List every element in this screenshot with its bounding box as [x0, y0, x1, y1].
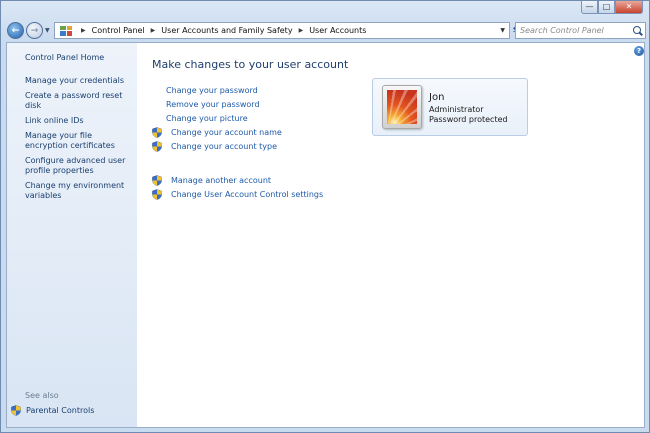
parental-controls-link[interactable]: Parental Controls — [11, 405, 94, 416]
task-label: Change your password — [166, 85, 258, 95]
task-remove-password[interactable]: Remove your password — [152, 98, 260, 110]
sidebar: Control Panel Home Manage your credentia… — [7, 43, 137, 427]
breadcrumb-user-accounts[interactable]: User Accounts — [309, 26, 366, 35]
account-status: Password protected — [429, 115, 508, 124]
address-dropdown-icon[interactable]: ▼ — [500, 27, 505, 34]
sidebar-item-environment-variables[interactable]: Change my environment variables — [25, 181, 135, 201]
account-card: Jon Administrator Password protected — [372, 78, 528, 136]
see-also-heading: See also — [25, 391, 59, 400]
main-pane: ? Make changes to your user account Chan… — [137, 43, 646, 427]
chevron-right-icon[interactable]: ▶ — [81, 27, 86, 34]
search-icon[interactable] — [633, 26, 641, 34]
content-area: Control Panel Home Manage your credentia… — [6, 42, 645, 428]
help-icon[interactable]: ? — [634, 46, 644, 56]
sidebar-control-panel-home[interactable]: Control Panel Home — [25, 53, 104, 62]
forward-button[interactable]: → — [26, 22, 43, 39]
breadcrumb-control-panel[interactable]: Control Panel — [92, 26, 145, 35]
uac-shield-icon — [152, 140, 162, 152]
task-label: Change User Account Control settings — [171, 189, 324, 199]
address-bar[interactable]: ▶ Control Panel ▶ User Accounts and Fami… — [54, 22, 510, 39]
account-name: Jon — [429, 92, 445, 103]
sidebar-item-advanced-profile[interactable]: Configure advanced user profile properti… — [25, 156, 135, 176]
minimize-button[interactable]: — — [581, 1, 598, 14]
uac-shield-icon — [152, 174, 162, 186]
task-label: Change your account name — [171, 127, 282, 137]
close-button[interactable]: ✕ — [615, 1, 643, 14]
breadcrumb-user-accounts-family-safety[interactable]: User Accounts and Family Safety — [161, 26, 292, 35]
parental-controls-label: Parental Controls — [26, 406, 95, 415]
avatar[interactable] — [382, 85, 422, 129]
navigation-bar: ← → ▼ ▶ Control Panel ▶ User Accounts an… — [6, 19, 646, 41]
sidebar-item-password-reset-disk[interactable]: Create a password reset disk — [25, 91, 135, 111]
control-panel-icon — [60, 25, 72, 36]
chevron-right-icon[interactable]: ▶ — [299, 27, 304, 34]
uac-shield-icon — [11, 405, 21, 416]
task-change-picture[interactable]: Change your picture — [152, 112, 248, 124]
back-button[interactable]: ← — [7, 22, 24, 39]
user-picture — [387, 90, 417, 124]
task-change-account-name[interactable]: Change your account name — [152, 126, 282, 138]
task-change-account-type[interactable]: Change your account type — [152, 140, 277, 152]
user-accounts-window: — □ ✕ ← → ▼ ▶ Control Panel ▶ User Accou… — [0, 0, 650, 433]
task-label: Manage another account — [171, 175, 272, 185]
task-label: Change your picture — [166, 113, 248, 123]
uac-shield-icon — [152, 126, 162, 138]
task-label: Remove your password — [166, 99, 260, 109]
sidebar-item-manage-credentials[interactable]: Manage your credentials — [25, 76, 135, 86]
sidebar-item-link-online-ids[interactable]: Link online IDs — [25, 116, 135, 126]
task-manage-another-account[interactable]: Manage another account — [152, 174, 271, 186]
sidebar-item-file-encryption[interactable]: Manage your file encryption certificates — [25, 131, 135, 151]
caption-buttons: — □ ✕ — [581, 1, 643, 15]
chevron-right-icon[interactable]: ▶ — [151, 27, 156, 34]
task-uac-settings[interactable]: Change User Account Control settings — [152, 188, 323, 200]
task-label: Change your account type — [171, 141, 277, 151]
task-change-password[interactable]: Change your password — [152, 84, 258, 96]
maximize-button[interactable]: □ — [598, 1, 615, 14]
recent-pages-dropdown[interactable]: ▼ — [45, 27, 50, 34]
sidebar-task-list: Manage your credentials Create a passwor… — [25, 76, 135, 206]
search-box — [515, 22, 646, 39]
uac-shield-icon — [152, 188, 162, 200]
search-input[interactable] — [520, 23, 630, 38]
page-title: Make changes to your user account — [152, 58, 349, 71]
account-type: Administrator — [429, 105, 484, 114]
